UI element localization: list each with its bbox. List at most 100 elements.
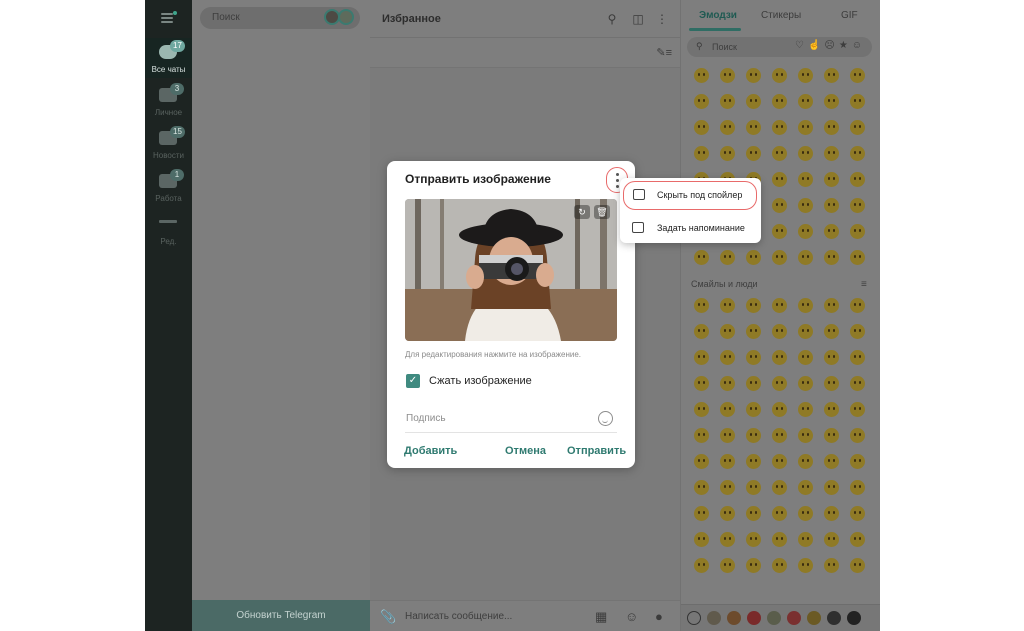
emoji-cell[interactable] (818, 448, 844, 474)
emoji-cell[interactable] (688, 422, 714, 448)
emoji-cell[interactable] (818, 552, 844, 578)
emoji-cell[interactable] (740, 318, 766, 344)
emoji-cell[interactable] (844, 500, 870, 526)
emoji-cell[interactable] (688, 344, 714, 370)
sidebar-toggle-icon[interactable]: ◫ (631, 12, 645, 26)
emoji-cell[interactable] (740, 292, 766, 318)
emoji-icon[interactable] (598, 411, 613, 426)
emoji-cell[interactable] (688, 474, 714, 500)
emoji-cell[interactable] (714, 318, 740, 344)
emoji-cell[interactable] (792, 218, 818, 244)
emoji-cell[interactable] (844, 526, 870, 552)
emoji-cell[interactable] (792, 140, 818, 166)
emoji-cell[interactable] (792, 62, 818, 88)
emoji-cell[interactable] (766, 244, 792, 270)
emoji-cell[interactable] (818, 526, 844, 552)
emoji-search-input[interactable]: ⚲ Поиск ♡☝☹★☺ (687, 37, 872, 57)
emoji-cell[interactable] (844, 140, 870, 166)
emoji-cell[interactable] (792, 448, 818, 474)
emoji-cell[interactable] (714, 500, 740, 526)
emoji-cell[interactable] (740, 140, 766, 166)
emoji-cell[interactable] (688, 552, 714, 578)
emoji-cell[interactable] (766, 292, 792, 318)
emoji-cell[interactable] (766, 88, 792, 114)
emoji-cell[interactable] (792, 370, 818, 396)
add-button[interactable]: Добавить (404, 445, 457, 457)
emoji-cell[interactable] (740, 500, 766, 526)
sticker-pack-icon[interactable] (727, 611, 741, 625)
emoji-cell[interactable] (792, 474, 818, 500)
emoji-cell[interactable] (818, 192, 844, 218)
sticker-pack-icon[interactable] (767, 611, 781, 625)
emoji-cell[interactable] (714, 88, 740, 114)
message-input[interactable]: Написать сообщение... (405, 611, 512, 622)
emoji-cell[interactable] (792, 344, 818, 370)
emoji-cell[interactable] (688, 370, 714, 396)
sticker-pack-icon[interactable] (807, 611, 821, 625)
emoji-cell[interactable] (740, 114, 766, 140)
emoji-cell[interactable] (688, 114, 714, 140)
emoji-cell[interactable] (766, 166, 792, 192)
emoji-cell[interactable] (818, 88, 844, 114)
emoji-cell[interactable] (792, 396, 818, 422)
emoji-cell[interactable] (740, 448, 766, 474)
emoji-cell[interactable] (714, 422, 740, 448)
emoji-cell[interactable] (766, 526, 792, 552)
emoji-cell[interactable] (766, 114, 792, 140)
emoji-cell[interactable] (714, 552, 740, 578)
emoji-cell[interactable] (688, 318, 714, 344)
emoji-cell[interactable] (844, 166, 870, 192)
folder-edit[interactable]: Ред. (145, 210, 192, 250)
story-avatar[interactable] (338, 9, 354, 25)
emoji-cell[interactable] (792, 552, 818, 578)
emoji-cell[interactable] (688, 500, 714, 526)
emoji-cell[interactable] (714, 396, 740, 422)
emoji-cell[interactable] (688, 140, 714, 166)
emoji-cell[interactable] (844, 192, 870, 218)
sticker-pack-icon[interactable] (747, 611, 761, 625)
chat-title[interactable]: Избранное (382, 13, 441, 25)
delete-image-icon[interactable]: 🗑 (594, 205, 610, 219)
emoji-cell[interactable] (714, 62, 740, 88)
emoji-cell[interactable] (766, 500, 792, 526)
menu-item-reminder[interactable]: Задать напоминание (620, 214, 761, 243)
emoji-cell[interactable] (818, 500, 844, 526)
emoji-cell[interactable] (740, 370, 766, 396)
emoji-cell[interactable] (844, 318, 870, 344)
emoji-cell[interactable] (740, 526, 766, 552)
recent-clock-icon[interactable] (687, 611, 701, 625)
emoji-cell[interactable] (792, 192, 818, 218)
emoji-cell[interactable] (818, 474, 844, 500)
skin-tone-icon[interactable]: ≡ (861, 279, 867, 290)
folder-work[interactable]: 1 Работа (145, 167, 192, 207)
emoji-cell[interactable] (818, 166, 844, 192)
emoji-cell[interactable] (792, 292, 818, 318)
emoji-cell[interactable] (766, 448, 792, 474)
emoji-category-icons[interactable]: ♡☝☹★☺ (795, 40, 866, 51)
emoji-cell[interactable] (688, 396, 714, 422)
emoji-cell[interactable] (844, 396, 870, 422)
emoji-cell[interactable] (740, 88, 766, 114)
emoji-cell[interactable] (714, 526, 740, 552)
emoji-cell[interactable] (844, 244, 870, 270)
emoji-cell[interactable] (818, 292, 844, 318)
emoji-cell[interactable] (714, 140, 740, 166)
folder-news[interactable]: 15 Новости (145, 124, 192, 164)
folder-all-chats[interactable]: 17 Все чаты (145, 38, 192, 78)
emoji-cell[interactable] (714, 344, 740, 370)
emoji-cell[interactable] (844, 344, 870, 370)
emoji-cell[interactable] (844, 62, 870, 88)
tab-stickers[interactable]: Стикеры (761, 10, 801, 21)
emoji-cell[interactable] (766, 192, 792, 218)
emoji-cell[interactable] (714, 114, 740, 140)
emoji-cell[interactable] (792, 318, 818, 344)
emoji-cell[interactable] (818, 218, 844, 244)
tab-gif[interactable]: GIF (841, 10, 858, 21)
emoji-cell[interactable] (740, 552, 766, 578)
cancel-button[interactable]: Отмена (505, 445, 546, 457)
search-input[interactable]: Поиск (200, 7, 360, 29)
menu-item-spoiler[interactable]: Скрыть под спойлер (623, 181, 757, 210)
emoji-cell[interactable] (688, 62, 714, 88)
emoji-cell[interactable] (818, 244, 844, 270)
search-icon[interactable]: ⚲ (605, 12, 619, 26)
